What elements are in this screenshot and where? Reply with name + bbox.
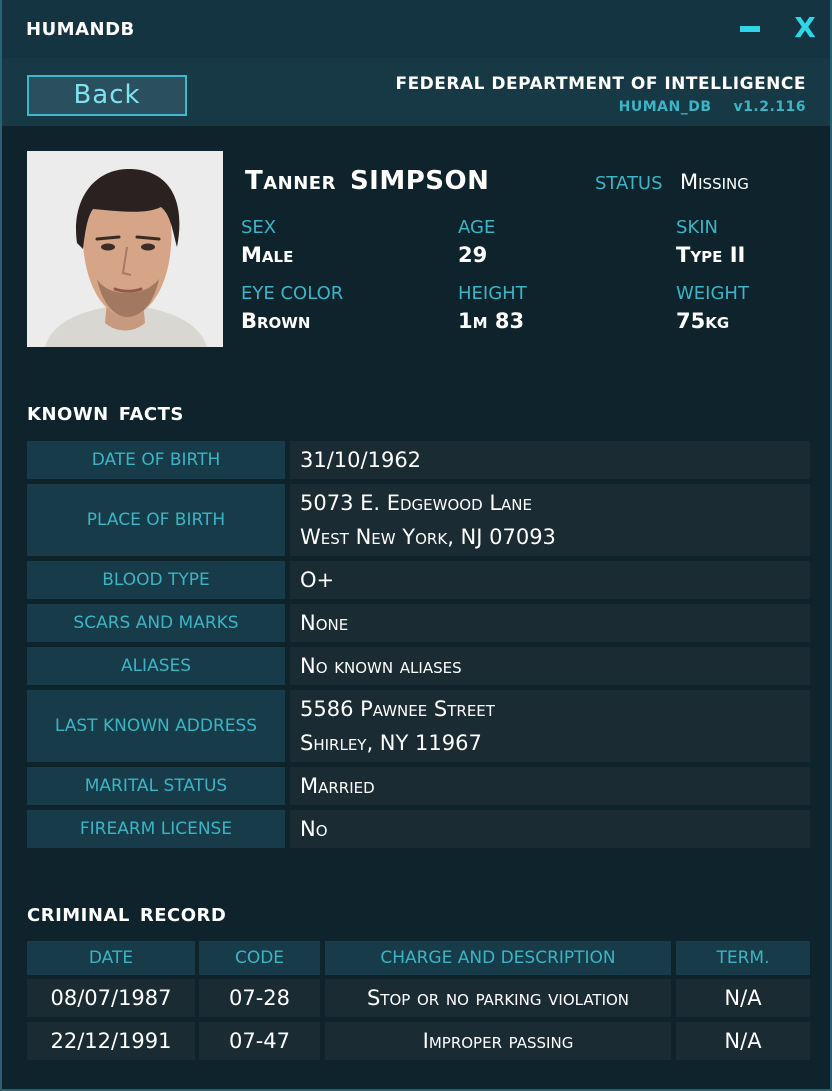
fact-label: ALIASES [27, 647, 285, 685]
attr-value-skin: Type II [676, 243, 746, 267]
known-facts-title-word-2: FACTS [118, 404, 184, 425]
col-header-term: TERM. [676, 941, 810, 975]
fact-row: MARITAL STATUS Married [27, 767, 810, 805]
fact-value-line: Married [300, 774, 375, 798]
status-value: Missing [680, 170, 749, 194]
attr-label-sex: SEX [241, 217, 277, 238]
fact-label: PLACE OF BIRTH [27, 484, 285, 556]
attr-value-sex: Male [241, 243, 294, 267]
attr-label-skin: SKIN [676, 217, 719, 238]
fact-label: SCARS AND MARKS [27, 604, 285, 642]
humandb-window: HUMANDB X Back FEDERAL DEPARTMENT OF INT… [0, 0, 832, 1091]
fact-row: FIREARM LICENSE No [27, 810, 810, 848]
fact-label: BLOOD TYPE [27, 561, 285, 599]
record-cell-charge: Stop or no parking violation [325, 979, 671, 1017]
last-name: SIMPSON [349, 166, 490, 196]
fact-value-line: 5073 E. Edgewood Lane [300, 491, 532, 515]
minimize-icon[interactable] [740, 26, 760, 32]
subject-name: Tanner SIMPSON [245, 166, 489, 196]
back-button[interactable]: Back [27, 75, 187, 116]
attr-label-eye-color: EYE COLOR [241, 283, 344, 304]
record-cell-charge: Improper passing [325, 1022, 671, 1060]
attr-label-age: AGE [458, 217, 496, 238]
known-facts-title: KNOWN FACTS [27, 404, 184, 425]
title-bar: HUMANDB X [2, 0, 830, 58]
fact-value: 31/10/1962 [290, 441, 810, 479]
criminal-record-title-word-2: RECORD [139, 905, 227, 926]
attr-value-height: 1m 83 [458, 309, 525, 333]
fact-value: None [290, 604, 810, 642]
record-cell-code: 07-47 [199, 1022, 320, 1060]
fact-value-line: O+ [300, 568, 335, 592]
fact-value-line: Shirley, NY 11967 [300, 731, 482, 755]
record-cell-date: 08/07/1987 [27, 979, 195, 1017]
attr-value-eye-color: Brown [241, 309, 311, 333]
fact-value-line: No known aliases [300, 654, 462, 678]
col-header-charge: CHARGE AND DESCRIPTION [325, 941, 671, 975]
fact-value-line: 31/10/1962 [300, 448, 422, 472]
app-version: v1.2.116 [733, 99, 806, 115]
fact-value: No [290, 810, 810, 848]
fact-row: PLACE OF BIRTH 5073 E. Edgewood Lane Wes… [27, 484, 810, 556]
fact-label: LAST KNOWN ADDRESS [27, 690, 285, 762]
record-cell-term: N/A [676, 1022, 810, 1060]
fact-row: SCARS AND MARKS None [27, 604, 810, 642]
fact-row: LAST KNOWN ADDRESS 5586 Pawnee Street Sh… [27, 690, 810, 762]
attr-value-weight: 75kg [676, 309, 730, 333]
fact-row: BLOOD TYPE O+ [27, 561, 810, 599]
record-cell-code: 07-28 [199, 979, 320, 1017]
fact-value-line: 5586 Pawnee Street [300, 697, 495, 721]
fact-value-line: No [300, 817, 328, 841]
profile-photo [27, 151, 223, 347]
fact-label: FIREARM LICENSE [27, 810, 285, 848]
criminal-record-title: CRIMINAL RECORD [27, 905, 226, 926]
fact-row: ALIASES No known aliases [27, 647, 810, 685]
col-header-date: DATE [27, 941, 195, 975]
department-title: FEDERAL DEPARTMENT OF INTELLIGENCE [395, 74, 806, 94]
version-info: HUMAN_DB v1.2.116 [619, 99, 806, 115]
close-icon[interactable]: X [790, 10, 820, 46]
record-cell-term: N/A [676, 979, 810, 1017]
attr-label-weight: WEIGHT [676, 283, 749, 304]
known-facts-title-word-1: KNOWN [27, 404, 109, 425]
fact-label: DATE OF BIRTH [27, 441, 285, 479]
fact-row: DATE OF BIRTH 31/10/1962 [27, 441, 810, 479]
fact-value: 5073 E. Edgewood Lane West New York, NJ … [290, 484, 810, 556]
fact-value-line: None [300, 611, 349, 635]
record-cell-date: 22/12/1991 [27, 1022, 195, 1060]
criminal-record-title-word-1: CRIMINAL [27, 905, 130, 926]
fact-value: No known aliases [290, 647, 810, 685]
fact-label: MARITAL STATUS [27, 767, 285, 805]
attr-value-age: 29 [458, 243, 488, 267]
attr-label-height: HEIGHT [458, 283, 527, 304]
status-label: STATUS [595, 173, 663, 194]
first-name: Tanner [245, 166, 336, 196]
fact-value: Married [290, 767, 810, 805]
col-header-code: CODE [199, 941, 320, 975]
app-code: HUMAN_DB [618, 99, 712, 115]
fact-value: O+ [290, 561, 810, 599]
window-title: HUMANDB [26, 19, 135, 40]
fact-value-line: West New York, NJ 07093 [300, 525, 556, 549]
fact-value: 5586 Pawnee Street Shirley, NY 11967 [290, 690, 810, 762]
